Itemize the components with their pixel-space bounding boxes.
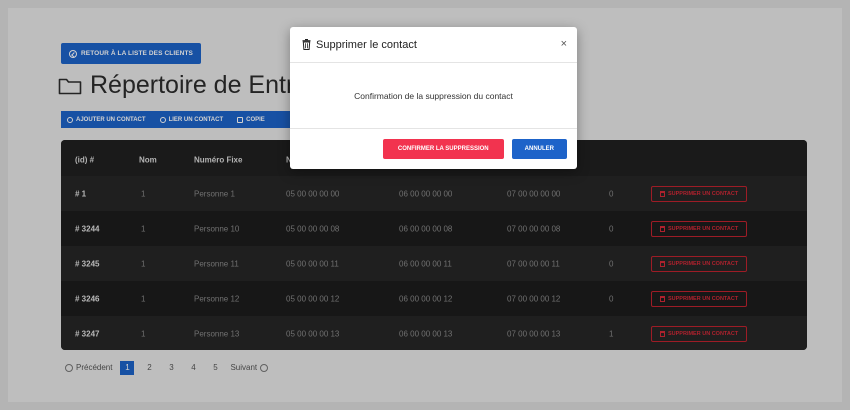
modal-title: Supprimer le contact — [302, 39, 417, 51]
modal-title-text: Supprimer le contact — [316, 38, 417, 51]
delete-contact-dialog: Supprimer le contact × Confirmation de l… — [290, 27, 577, 169]
cancel-button[interactable]: ANNULER — [511, 139, 567, 159]
close-icon[interactable]: × — [561, 38, 567, 50]
trash-icon — [302, 39, 311, 50]
modal-header: Supprimer le contact × — [290, 27, 577, 63]
confirm-delete-button[interactable]: CONFIRMER LA SUPPRESSION — [382, 139, 504, 159]
modal-footer: CONFIRMER LA SUPPRESSION ANNULER — [290, 129, 577, 169]
modal-message: Confirmation de la suppression du contac… — [290, 63, 577, 129]
